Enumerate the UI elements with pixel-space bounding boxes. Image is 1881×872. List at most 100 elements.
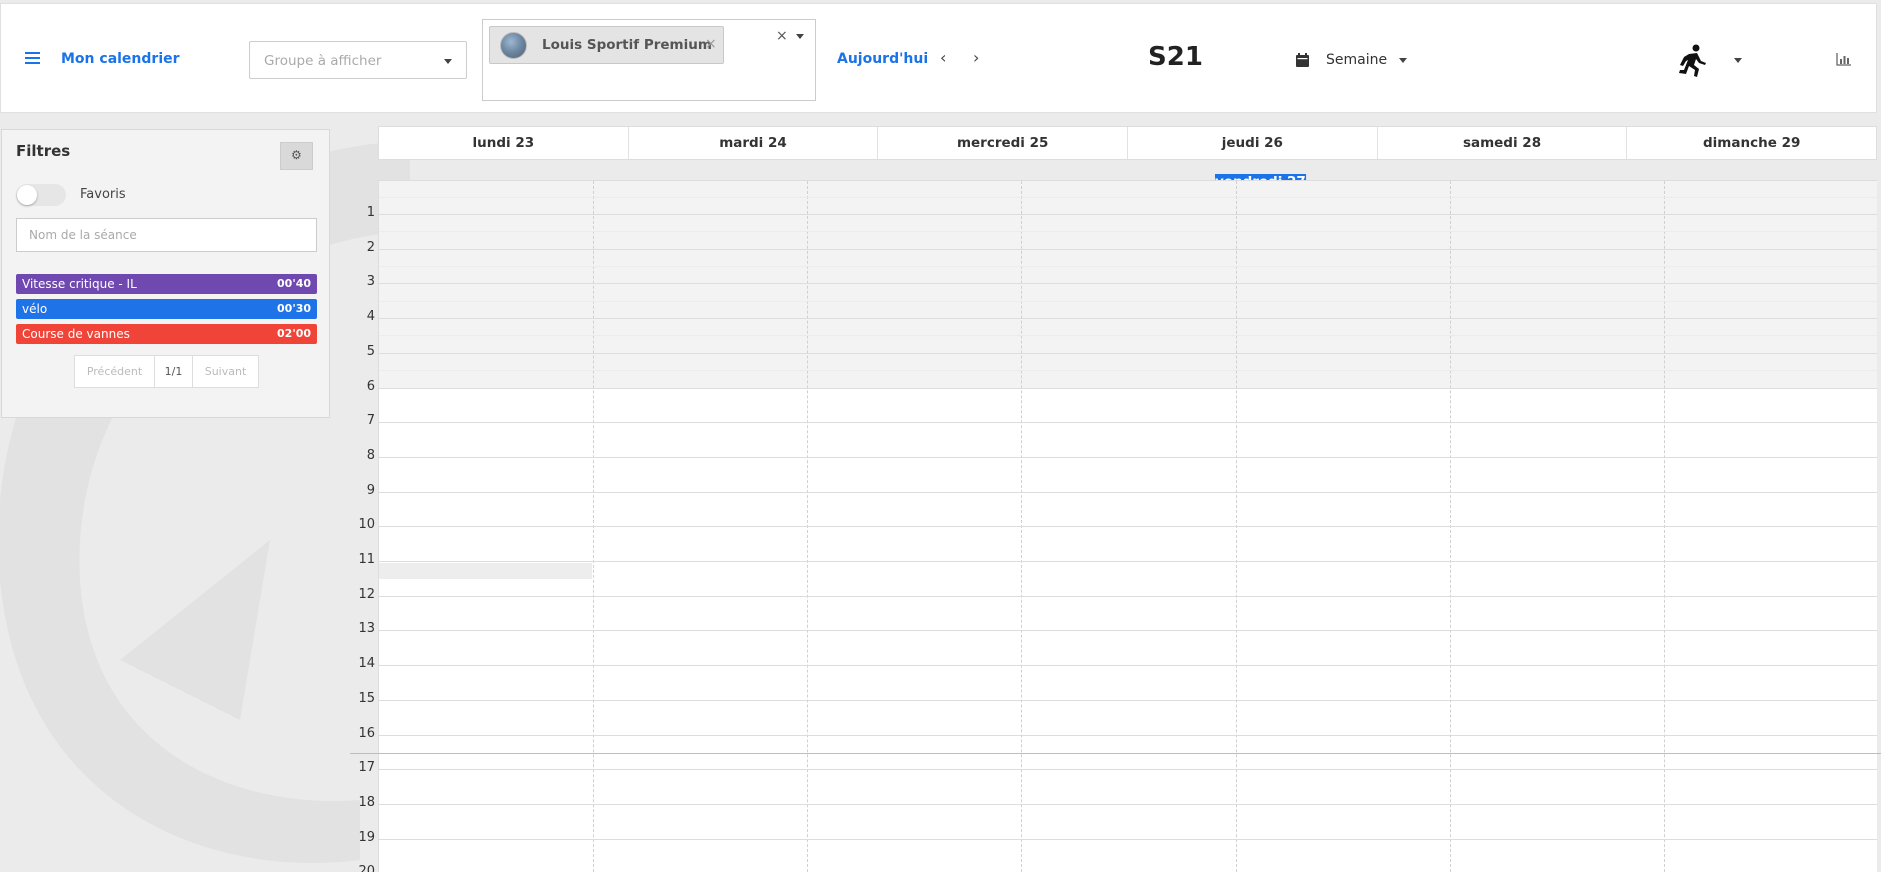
page-indicator: 1/1 <box>155 356 193 387</box>
hour-label: 10 <box>358 517 375 533</box>
hour-label: 19 <box>358 829 375 845</box>
hour-line <box>379 422 1877 424</box>
hour-label: 1 <box>366 205 375 220</box>
busy-slot <box>379 563 592 579</box>
hour-label: 18 <box>358 794 375 810</box>
gear-icon: ⚙ <box>291 148 302 162</box>
week-number: S21 <box>1148 42 1203 72</box>
view-select[interactable]: Semaine <box>1326 52 1387 68</box>
group-select-placeholder: Groupe à afficher <box>264 53 382 69</box>
session-name: Vitesse critique - IL <box>22 277 137 291</box>
hour-line <box>379 699 1877 701</box>
hour-line <box>379 561 1877 562</box>
hour-label: 12 <box>358 586 375 602</box>
filters-settings-button[interactable]: ⚙ <box>280 142 313 170</box>
chevron-down-icon <box>444 59 452 64</box>
day-header[interactable]: dimanche 29 <box>1627 127 1876 159</box>
half-hour-line <box>379 370 1877 372</box>
athlete-name: Louis Sportif Premium <box>542 37 712 53</box>
hour-label: 15 <box>358 690 375 706</box>
hour-line <box>379 387 1877 389</box>
hour-label: 20 <box>358 864 375 872</box>
hour-label: 16 <box>358 725 375 741</box>
hour-label: 3 <box>366 274 375 290</box>
hour-label: 5 <box>366 343 375 359</box>
athlete-select[interactable]: Louis Sportif Premium × × <box>482 19 816 101</box>
toggle-knob <box>17 185 37 205</box>
hour-line <box>379 248 1877 250</box>
hour-label: 14 <box>358 656 375 672</box>
hour-line <box>379 491 1877 493</box>
chevron-down-icon[interactable] <box>1399 58 1407 63</box>
next-page-button[interactable]: Suivant <box>193 356 258 387</box>
group-select[interactable]: Groupe à afficher <box>249 41 467 79</box>
next-week-button[interactable]: › <box>973 48 979 67</box>
pagination: Précédent 1/1 Suivant <box>74 355 259 388</box>
hour-line <box>379 769 1877 771</box>
hour-label: 6 <box>366 378 375 394</box>
hour-label: 4 <box>366 309 375 325</box>
favorites-toggle[interactable] <box>16 184 66 206</box>
session-item[interactable]: Vitesse critique - IL 00'40 <box>16 274 317 294</box>
half-hour-line <box>379 266 1877 268</box>
hour-line <box>379 456 1877 458</box>
half-hour-line <box>379 196 1877 198</box>
hour-label: 7 <box>366 413 375 429</box>
day-header[interactable]: mercredi 25 <box>878 127 1129 159</box>
day-header[interactable]: jeudi 26 <box>1128 127 1378 159</box>
hour-label: 11 <box>358 552 375 567</box>
hour-label: 17 <box>358 760 375 776</box>
favorites-label: Favoris <box>80 187 126 202</box>
day-header[interactable]: lundi 23 <box>379 127 629 159</box>
session-item[interactable]: vélo 00'30 <box>16 299 317 319</box>
remove-athlete-icon[interactable]: × <box>705 36 717 52</box>
prev-week-button[interactable]: ‹ <box>940 48 946 67</box>
week-grid[interactable] <box>378 180 1877 872</box>
night-hours-area <box>379 181 1877 389</box>
hour-line <box>379 665 1877 667</box>
hamburger-icon[interactable] <box>25 52 40 64</box>
session-duration: 00'40 <box>277 277 311 290</box>
day-header[interactable]: samedi 28 <box>1378 127 1628 159</box>
bar-chart-icon[interactable] <box>1836 53 1851 66</box>
hour-label: 2 <box>366 239 375 255</box>
half-hour-line <box>379 335 1877 337</box>
session-duration: 02'00 <box>277 327 311 340</box>
session-name: vélo <box>22 302 48 316</box>
session-search-input[interactable] <box>16 218 317 252</box>
filters-title: Filtres <box>16 142 71 160</box>
avatar <box>500 32 527 59</box>
hour-line <box>379 526 1877 528</box>
hour-line <box>379 595 1877 597</box>
day-headers: lundi 23mardi 24mercredi 25jeudi 26vendr… <box>378 126 1877 190</box>
running-icon[interactable] <box>1677 44 1707 78</box>
hour-line <box>379 214 1877 215</box>
session-duration: 00'30 <box>277 302 311 315</box>
hour-line <box>379 803 1877 805</box>
hour-line <box>379 734 1877 736</box>
hour-line <box>379 318 1877 320</box>
hour-line <box>379 838 1877 840</box>
top-toolbar: Mon calendrier Groupe à afficher Louis S… <box>0 3 1877 113</box>
filters-panel: Filtres ⚙ Favoris Vitesse critique - IL 0… <box>1 129 330 418</box>
day-header[interactable]: mardi 24 <box>629 127 879 159</box>
hour-label: 8 <box>366 447 375 463</box>
athlete-chip[interactable]: Louis Sportif Premium × <box>489 26 724 64</box>
session-item[interactable]: Course de vannes 02'00 <box>16 324 317 344</box>
hour-line <box>379 352 1877 354</box>
half-hour-line <box>379 231 1877 233</box>
today-button[interactable]: Aujourd'hui <box>837 51 928 67</box>
chevron-down-icon[interactable] <box>1734 58 1742 63</box>
chevron-down-icon[interactable] <box>796 34 804 39</box>
calendar-title[interactable]: Mon calendrier <box>61 51 180 67</box>
half-hour-line <box>379 300 1877 302</box>
calendar-icon <box>1296 53 1309 67</box>
session-name: Course de vannes <box>22 327 130 341</box>
current-time-line <box>350 753 1881 754</box>
hour-line <box>379 283 1877 285</box>
prev-page-button[interactable]: Précédent <box>75 356 155 387</box>
clear-selection-icon[interactable]: × <box>776 28 788 44</box>
hour-label: 13 <box>358 621 375 637</box>
hour-line <box>379 630 1877 632</box>
hour-label: 9 <box>366 482 375 498</box>
